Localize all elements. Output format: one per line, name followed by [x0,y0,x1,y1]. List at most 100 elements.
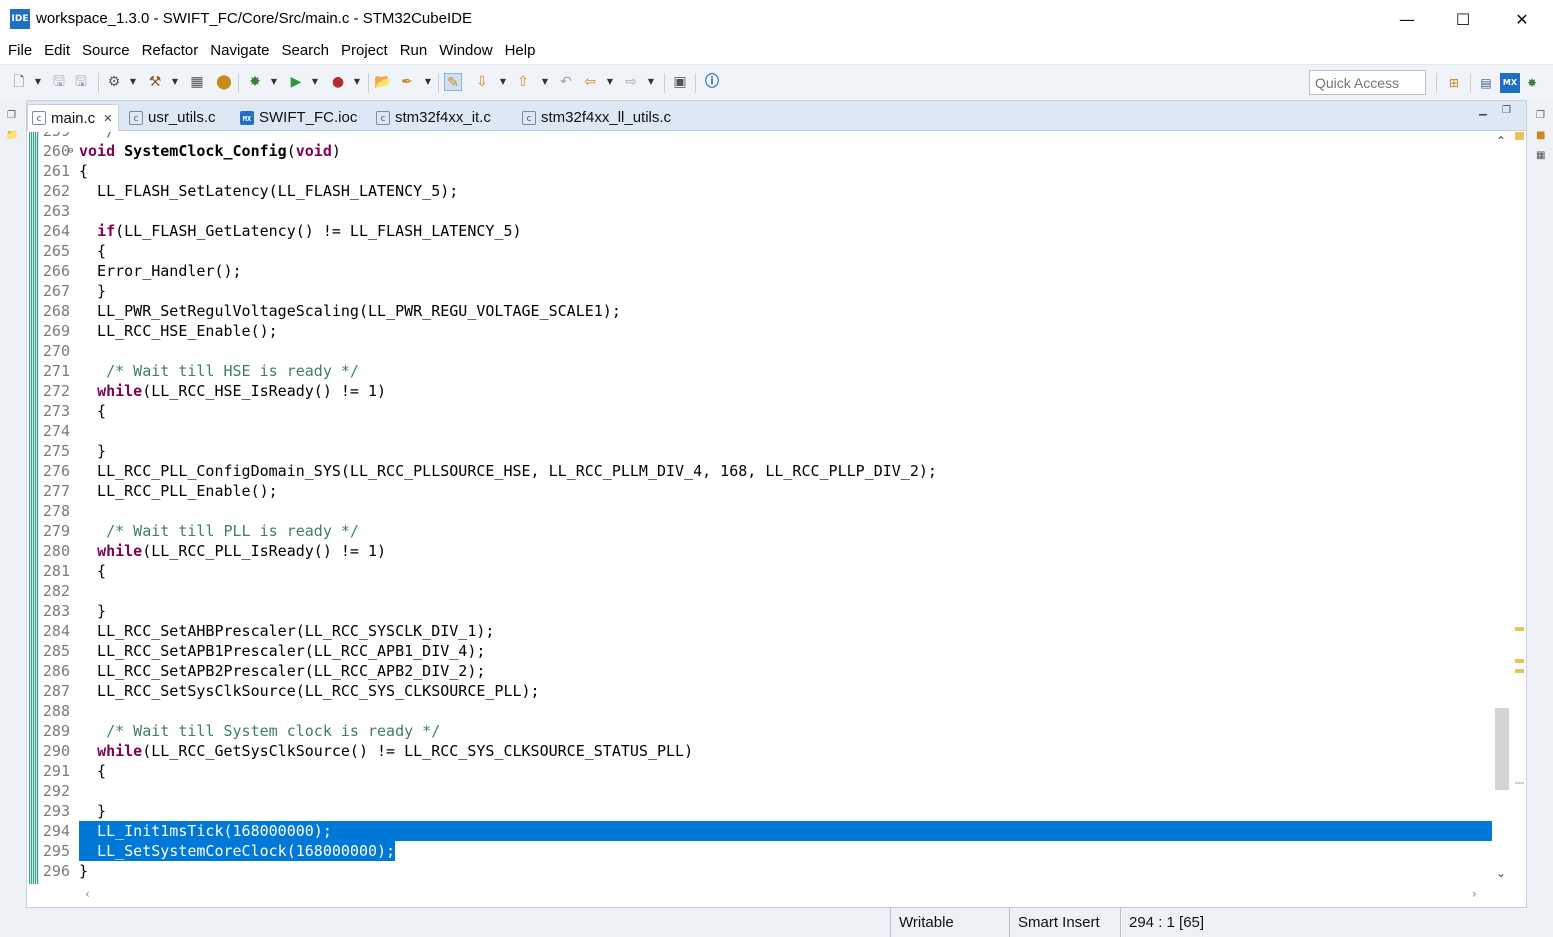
vertical-scrollbar[interactable]: ⌃ ⌄ [1492,132,1512,884]
menu-run[interactable]: Run [394,38,434,64]
build-hammer-icon[interactable]: ⚒ [146,73,164,91]
menu-navigate[interactable]: Navigate [204,38,275,64]
code-line[interactable]: 261 { [27,161,1492,181]
code-line[interactable]: 266 Error_Handler(); [27,261,1492,281]
overview-marker[interactable] [1515,782,1524,784]
code-line[interactable]: 291 { [27,761,1492,781]
horizontal-scrollbar[interactable]: ‹ › [77,885,1492,905]
code-line[interactable]: 281 { [27,561,1492,581]
save-all-icon[interactable]: 🖫 [72,73,90,91]
close-icon[interactable]: ✕ [103,112,112,125]
fold-toggle-icon[interactable]: ⊖ [68,141,73,161]
maximize-button[interactable]: ☐ [1434,0,1492,38]
code-line[interactable]: 284 LL_RCC_SetAHBPrescaler(LL_RCC_SYSCLK… [27,621,1492,641]
close-window-button[interactable]: ✕ [1493,0,1551,38]
restore-icon[interactable]: ❐ [7,110,16,121]
forward-dropdown-icon[interactable]: ▼ [646,73,656,91]
c-cpp-perspective-icon[interactable]: ▤ [1476,73,1496,93]
code-line[interactable]: 268 LL_PWR_SetRegulVoltageScaling(LL_PWR… [27,301,1492,321]
scroll-down-icon[interactable]: ⌄ [1496,866,1506,880]
build-target-icon[interactable]: ▦ [188,73,206,91]
tool-icon[interactable]: ⬤ [215,73,233,91]
search-flashlight-icon[interactable]: ✒ [398,73,416,91]
overview-marker[interactable] [1515,627,1524,631]
info-icon[interactable]: ⓘ [703,73,721,91]
code-line[interactable]: 273 { [27,401,1492,421]
project-explorer-icon[interactable]: 📁 [6,130,18,141]
code-line[interactable]: 262 LL_FLASH_SetLatency(LL_FLASH_LATENCY… [27,181,1492,201]
new-file-icon[interactable]: 🗋 [10,73,28,91]
code-line[interactable]: 269 LL_RCC_HSE_Enable(); [27,321,1492,341]
scroll-left-icon[interactable]: ‹ [85,887,90,901]
code-line[interactable]: 276 LL_RCC_PLL_ConfigDomain_SYS(LL_RCC_P… [27,461,1492,481]
forward-icon[interactable]: ⇨ [622,73,640,91]
next-annotation-icon[interactable]: ⇩ [473,73,491,91]
code-line[interactable]: 288 [27,701,1492,721]
code-line[interactable]: 289 /* Wait till System clock is ready *… [27,721,1492,741]
search-dropdown-icon[interactable]: ▼ [423,73,433,91]
tab-swift-fc-ioc[interactable]: MX SWIFT_FC.ioc [236,104,357,131]
code-line[interactable]: 274 [27,421,1492,441]
overview-marker[interactable] [1515,132,1524,140]
code-line[interactable]: 265 { [27,241,1492,261]
build-dropdown-icon[interactable]: ▼ [170,73,180,91]
menu-help[interactable]: Help [499,38,542,64]
code-line[interactable]: 279 /* Wait till PLL is ready */ [27,521,1492,541]
scroll-right-icon[interactable]: › [1472,887,1477,901]
debug-perspective-icon[interactable]: ✸ [1522,73,1542,93]
restore-icon[interactable]: ❐ [1536,110,1545,121]
code-line[interactable]: 259 */ [27,132,1492,141]
code-line[interactable]: 294 LL_Init1msTick(168000000); [27,821,1492,841]
code-line[interactable]: 260 ⊖ void SystemClock_Config(void) [27,141,1492,161]
debug-icon[interactable]: ✸ [246,73,264,91]
code-line[interactable]: 285 LL_RCC_SetAPB1Prescaler(LL_RCC_APB1_… [27,641,1492,661]
back-dropdown-icon[interactable]: ▼ [605,73,615,91]
menu-search[interactable]: Search [275,38,335,64]
previous-annotation-dropdown-icon[interactable]: ▼ [540,73,550,91]
cubemx-perspective-icon[interactable]: MX [1500,73,1520,93]
open-perspective-icon[interactable]: ⊞ [1444,73,1464,93]
code-line[interactable]: 277 LL_RCC_PLL_Enable(); [27,481,1492,501]
open-console-icon[interactable]: ▣ [671,73,689,91]
run-icon[interactable]: ▶ [287,73,305,91]
code-line[interactable]: 263 [27,201,1492,221]
code-line[interactable]: 283 } [27,601,1492,621]
tab-stm32f4xx-ll-utils-c[interactable]: c stm32f4xx_ll_utils.c [518,104,671,131]
minimize-button[interactable]: — [1378,0,1436,38]
external-tools-dropdown-icon[interactable]: ▼ [352,73,362,91]
debug-dropdown-icon[interactable]: ▼ [269,73,279,91]
code-line[interactable]: 264 if(LL_FLASH_GetLatency() != LL_FLASH… [27,221,1492,241]
code-line[interactable]: 290 while(LL_RCC_GetSysClkSource() != LL… [27,741,1492,761]
code-line[interactable]: 293 } [27,801,1492,821]
save-icon[interactable]: 🖫 [50,73,68,91]
external-tools-icon[interactable]: ● [329,73,347,91]
outline-view-icon[interactable]: ■ [1536,130,1545,141]
menu-project[interactable]: Project [335,38,394,64]
new-dropdown-icon[interactable]: ▼ [33,73,43,91]
next-annotation-dropdown-icon[interactable]: ▼ [498,73,508,91]
code-line[interactable]: 270 [27,341,1492,361]
menu-refactor[interactable]: Refactor [136,38,205,64]
scroll-up-icon[interactable]: ⌃ [1496,134,1506,148]
quick-access-input[interactable] [1309,70,1426,95]
overview-marker[interactable] [1515,669,1524,673]
last-edit-location-icon[interactable]: ↶ [557,73,575,91]
code-line[interactable]: 275 } [27,441,1492,461]
toggle-mark-occurrences-icon[interactable]: ✎ [444,73,462,91]
tab-main-c[interactable]: c main.c ✕ [27,104,119,131]
code-line[interactable]: 295 LL_SetSystemCoreClock(168000000); [27,841,1492,861]
previous-annotation-icon[interactable]: ⇧ [514,73,532,91]
tab-usr-utils-c[interactable]: c usr_utils.c [125,104,216,131]
code-line[interactable]: 280 while(LL_RCC_PLL_IsReady() != 1) [27,541,1492,561]
back-icon[interactable]: ⇦ [581,73,599,91]
code-line[interactable]: 282 [27,581,1492,601]
menu-window[interactable]: Window [433,38,498,64]
code-line[interactable]: 272 while(LL_RCC_HSE_IsReady() != 1) [27,381,1492,401]
code-line[interactable]: 292 [27,781,1492,801]
code-line[interactable]: 296} [27,861,1492,881]
scrollbar-thumb[interactable] [1495,708,1509,790]
build-targets-view-icon[interactable]: ▦ [1536,150,1545,161]
menu-source[interactable]: Source [76,38,136,64]
menu-file[interactable]: File [2,38,38,64]
minimize-view-icon[interactable]: ▁ [1479,105,1487,116]
